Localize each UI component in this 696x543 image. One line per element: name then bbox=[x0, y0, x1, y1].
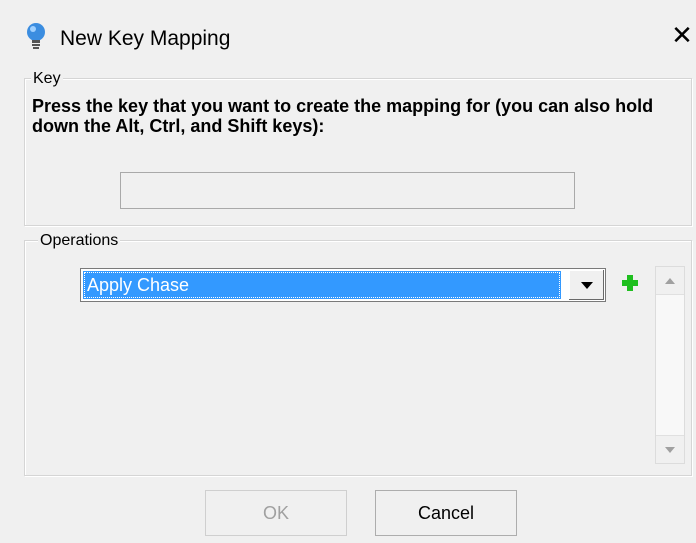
operation-dropdown-button[interactable] bbox=[568, 270, 604, 300]
close-button[interactable]: ✕ bbox=[668, 20, 696, 50]
operation-select-value: Apply Chase bbox=[83, 271, 561, 299]
ok-button[interactable]: OK bbox=[205, 490, 347, 536]
key-capture-field[interactable] bbox=[120, 172, 575, 209]
operations-group-label: Operations bbox=[38, 232, 121, 250]
operations-scrollbar[interactable] bbox=[655, 266, 685, 464]
title-bar: New Key Mapping ✕ bbox=[0, 0, 696, 60]
scroll-down-button[interactable] bbox=[656, 435, 684, 463]
scroll-up-button[interactable] bbox=[656, 267, 684, 295]
window-title: New Key Mapping bbox=[60, 27, 231, 50]
lightbulb-icon bbox=[27, 23, 45, 49]
operation-select[interactable]: Apply Chase bbox=[80, 268, 606, 302]
add-operation-button[interactable] bbox=[615, 268, 645, 298]
dialog-window: New Key Mapping ✕ Key Press the key that… bbox=[0, 0, 696, 543]
key-instruction: Press the key that you want to create th… bbox=[32, 96, 654, 136]
chevron-down-icon bbox=[581, 282, 593, 289]
arrow-up-icon bbox=[665, 278, 675, 284]
cancel-button[interactable]: Cancel bbox=[375, 490, 517, 536]
arrow-down-icon bbox=[665, 447, 675, 453]
key-group-label: Key bbox=[31, 70, 63, 88]
close-icon: ✕ bbox=[671, 20, 693, 50]
